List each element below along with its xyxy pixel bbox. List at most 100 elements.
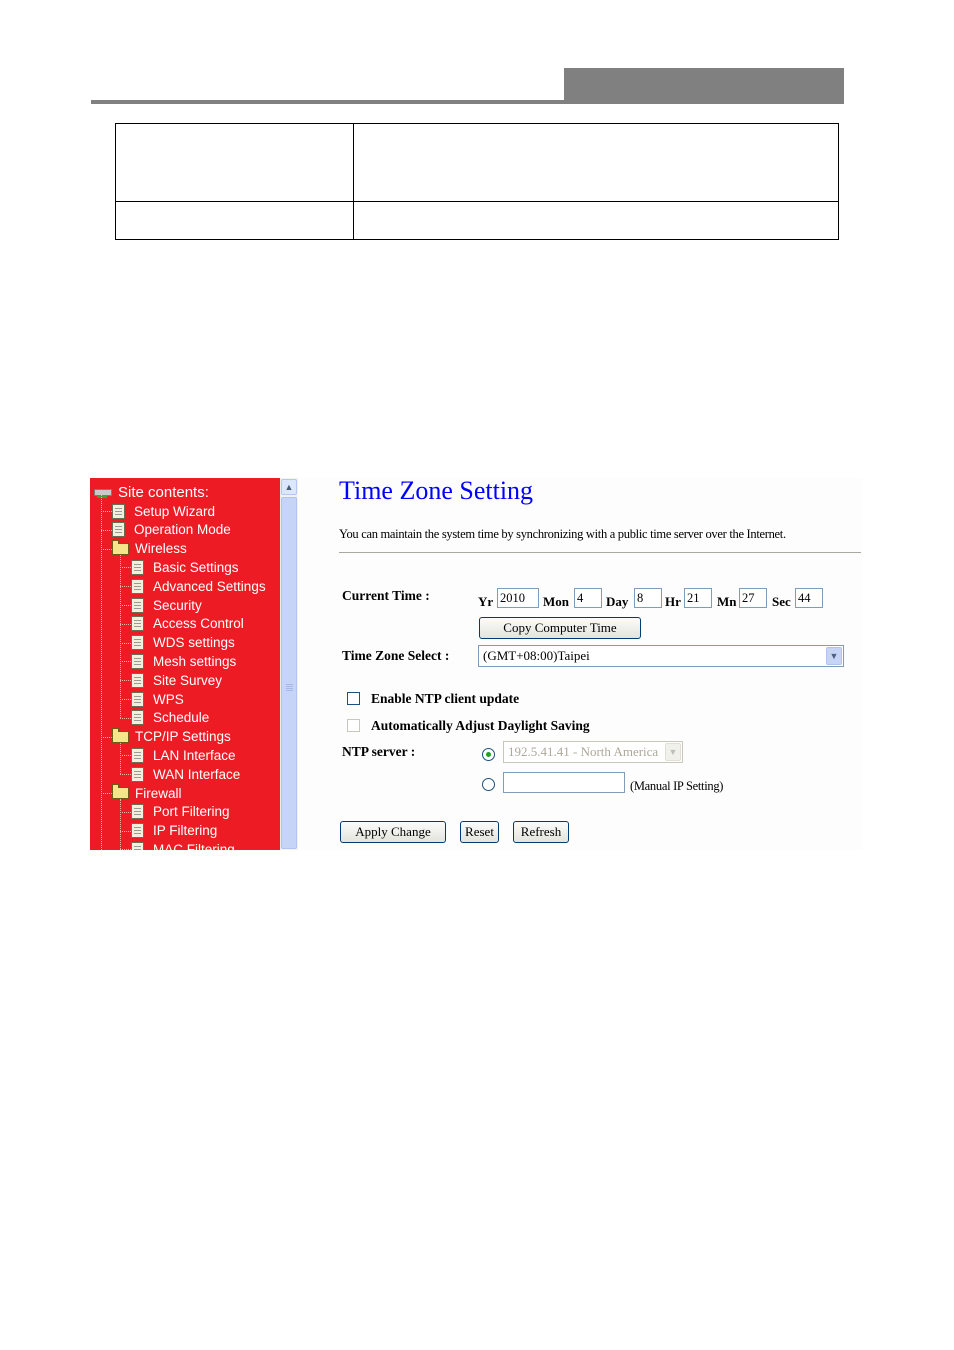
sidebar-item-label: Firewall: [135, 785, 182, 801]
hour-input[interactable]: [684, 588, 712, 608]
refresh-button[interactable]: Refresh: [513, 821, 569, 843]
table-cell: [353, 123, 839, 202]
sidebar-item-label: Schedule: [153, 710, 210, 726]
sidebar-item[interactable]: Port Filtering: [131, 803, 230, 821]
sidebar-item-label: MAC Filtering: [153, 841, 235, 850]
sidebar-item[interactable]: Firewall: [112, 784, 182, 802]
sidebar-item-label: WPS: [153, 691, 184, 707]
sidebar-item-label: LAN Interface: [153, 747, 236, 763]
tree-connector: [120, 642, 131, 644]
day-input[interactable]: [634, 588, 662, 608]
apply-change-button[interactable]: Apply Change: [340, 821, 446, 843]
year-input[interactable]: [497, 588, 539, 608]
sidebar-item[interactable]: Schedule: [131, 709, 209, 727]
sidebar-scrollbar[interactable]: ▲: [280, 478, 298, 850]
sidebar-item-label: WDS settings: [153, 635, 235, 651]
daylight-saving-label: Automatically Adjust Daylight Saving: [371, 718, 590, 733]
tree-connector: [120, 554, 121, 718]
sidebar-item[interactable]: LAN Interface: [131, 746, 236, 764]
table-row: [115, 123, 839, 202]
tree-connector: [120, 742, 121, 775]
month-input[interactable]: [574, 588, 602, 608]
tree-connector: [120, 755, 131, 757]
tree-connector: [101, 736, 112, 738]
chevron-down-icon[interactable]: ▼: [665, 743, 681, 761]
sidebar-item-label: TCP/IP Settings: [135, 729, 231, 745]
main-pane: Time Zone Setting You can maintain the s…: [298, 478, 862, 850]
time-zone-value: (GMT+08:00)Taipei: [483, 648, 590, 663]
page-icon: [131, 823, 144, 839]
tree-connector: [120, 849, 131, 850]
tree-connector: [120, 799, 121, 850]
enable-ntp-checkbox[interactable]: [347, 692, 360, 705]
enable-ntp-label: Enable NTP client update: [371, 691, 520, 706]
ntp-server-select[interactable]: 192.5.41.41 - North America ▼: [503, 741, 683, 763]
reset-button[interactable]: Reset: [460, 821, 499, 843]
scroll-up-arrow-icon[interactable]: ▲: [281, 479, 297, 495]
tree-connector: [101, 529, 112, 531]
minute-label: Mn: [717, 594, 737, 609]
ntp-preset-radio[interactable]: [482, 748, 495, 761]
ntp-server-label: NTP server :: [342, 744, 416, 759]
time-zone-select[interactable]: (GMT+08:00)Taipei ▼: [478, 645, 844, 667]
page-description: You can maintain the system time by sync…: [339, 527, 786, 541]
sidebar-item-label: Security: [153, 597, 202, 613]
document-table: [115, 123, 839, 240]
sidebar-item[interactable]: Wireless: [112, 539, 187, 558]
header-rule: [91, 100, 565, 104]
table-cell: [353, 201, 839, 240]
folder-open-icon: [112, 727, 129, 743]
sidebar-item[interactable]: Security: [131, 596, 202, 614]
sidebar-item-label: Setup Wizard: [134, 503, 216, 519]
sidebar-item[interactable]: Mesh settings: [131, 652, 236, 670]
page-icon: [131, 559, 144, 575]
page-icon: [131, 710, 144, 726]
sidebar-item-label: WAN Interface: [153, 766, 241, 782]
minute-input[interactable]: [739, 588, 767, 608]
sidebar-item[interactable]: Setup Wizard: [112, 502, 215, 520]
sidebar-item[interactable]: Operation Mode: [112, 521, 231, 539]
ntp-manual-radio[interactable]: [482, 778, 495, 791]
sidebar-root: Site contents:: [94, 483, 209, 501]
tree-connector: [120, 661, 131, 663]
sidebar-item-label: Mesh settings: [153, 653, 237, 669]
manual-ip-note: (Manual IP Setting): [630, 779, 724, 793]
sidebar-item[interactable]: Access Control: [131, 615, 244, 633]
page-title: Time Zone Setting: [339, 478, 534, 505]
tree-connector: [120, 680, 131, 682]
folder-open-icon: [112, 539, 129, 555]
tree-connector: [101, 793, 112, 794]
tree-connector: [120, 811, 131, 813]
daylight-saving-checkbox[interactable]: [347, 719, 360, 732]
tree-connector: [120, 567, 131, 569]
sidebar-item-label: Wireless: [135, 541, 187, 557]
current-time-label: Current Time :: [342, 588, 430, 603]
page-icon: [131, 804, 144, 820]
scroll-thumb[interactable]: [281, 497, 297, 849]
tree-connector: [101, 548, 112, 550]
sidebar-item[interactable]: WAN Interface: [131, 765, 240, 783]
copy-computer-time-button[interactable]: Copy Computer Time: [479, 617, 641, 639]
router-ui-screenshot: Site contents: Setup Wizard Operation Mod…: [90, 478, 862, 850]
sidebar-item[interactable]: TCP/IP Settings: [112, 727, 231, 746]
manual-ip-input[interactable]: [503, 772, 625, 793]
tree-connector: [120, 830, 131, 832]
chevron-down-icon[interactable]: ▼: [826, 647, 842, 665]
sidebar-item[interactable]: MAC Filtering: [131, 840, 235, 850]
header-tab-box: [564, 68, 844, 104]
sidebar-item-label: Basic Settings: [153, 559, 239, 575]
table-cell: [115, 123, 354, 202]
page-icon: [131, 747, 144, 763]
sidebar-item[interactable]: Advanced Settings: [131, 577, 266, 595]
page-icon: [131, 578, 144, 594]
sidebar-item[interactable]: WDS settings: [131, 634, 235, 652]
sidebar-item-label: Advanced Settings: [153, 578, 266, 594]
second-input[interactable]: [795, 588, 823, 608]
sidebar-item[interactable]: WPS: [131, 690, 184, 708]
sidebar-item[interactable]: Basic Settings: [131, 558, 239, 576]
page-icon: [112, 503, 125, 519]
page-icon: [131, 691, 144, 707]
network-icon: [94, 487, 112, 498]
sidebar-item[interactable]: Site Survey: [131, 671, 222, 689]
sidebar-item[interactable]: IP Filtering: [131, 822, 217, 840]
